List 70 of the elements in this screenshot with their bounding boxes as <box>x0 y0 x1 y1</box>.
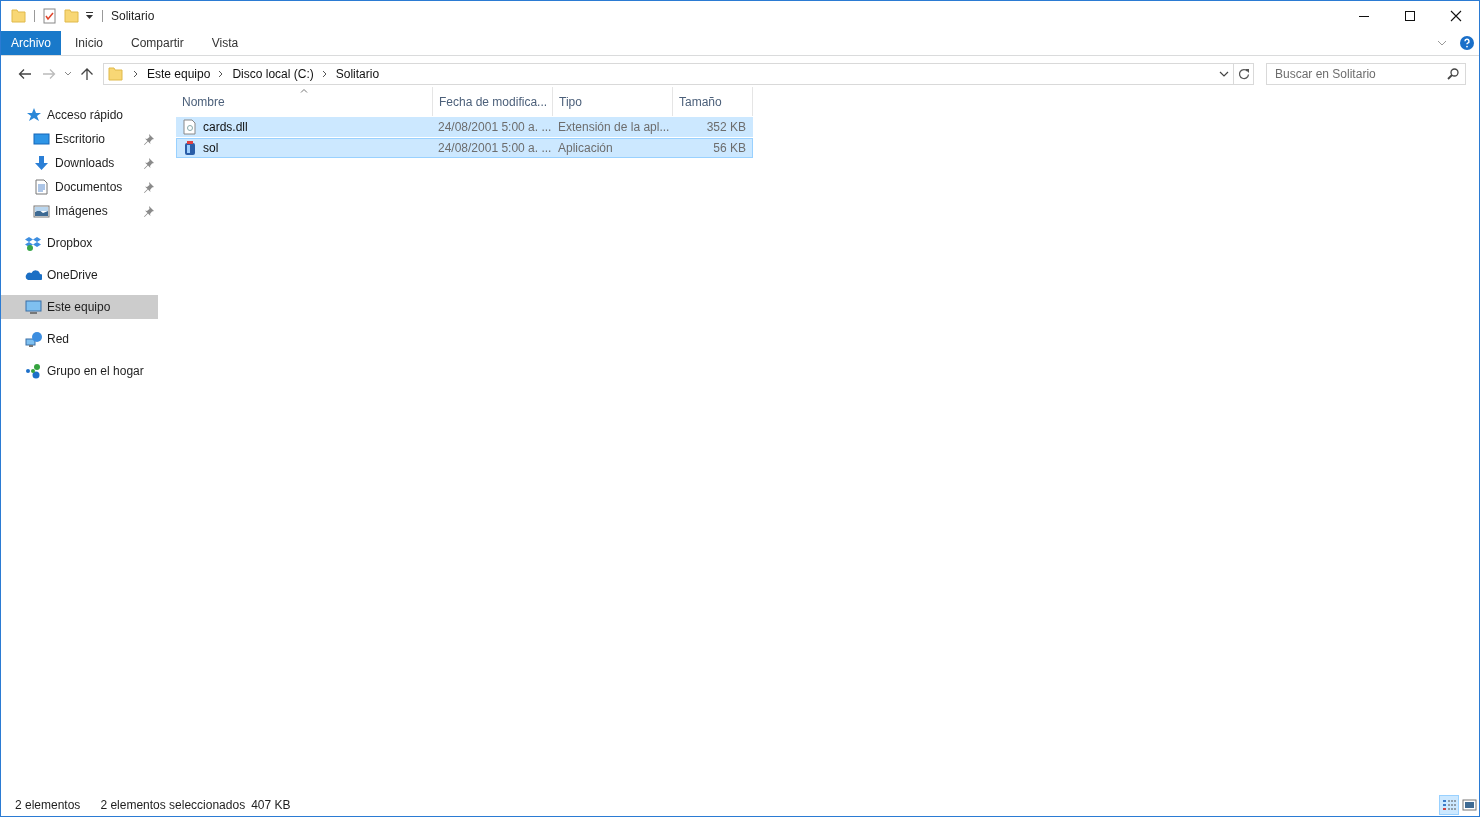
item-count: 2 elementos <box>15 798 81 812</box>
desktop-icon <box>33 131 50 147</box>
chevron-down-icon[interactable] <box>1219 71 1229 77</box>
sidebar-item[interactable]: OneDrive <box>1 263 158 287</box>
table-cell-text: 24/08/2001 5:00 a. ... <box>437 120 552 134</box>
folder-icon <box>108 66 123 82</box>
breadcrumb-item[interactable]: Solitario <box>331 67 384 81</box>
column-header[interactable]: Nombre <box>176 87 433 116</box>
sidebar-item[interactable]: Imágenes <box>1 199 158 223</box>
checklist-icon[interactable] <box>43 8 56 24</box>
details-view-icon <box>1441 798 1457 812</box>
chevron-right-icon <box>218 70 225 78</box>
ribbon-tab[interactable]: Vista <box>197 31 253 55</box>
table-cell-text: 24/08/2001 5:00 a. ... <box>437 141 552 155</box>
pin-icon[interactable] <box>143 180 155 194</box>
ribbon-tab[interactable]: Compartir <box>117 31 198 55</box>
column-header[interactable]: Tipo <box>553 87 673 116</box>
selection-info: 2 elementos seleccionados <box>100 798 246 812</box>
sidebar-item[interactable]: Documentos <box>1 175 158 199</box>
pin-icon[interactable] <box>143 204 155 218</box>
sidebar-item[interactable]: Dropbox <box>1 231 158 255</box>
maximize-icon <box>1404 10 1416 22</box>
file-row[interactable]: sol 24/08/2001 5:00 a. ... Aplicación 56 KB <box>176 138 753 158</box>
address-bar[interactable]: Este equipo Disco local (C:) Solitario <box>103 63 1234 85</box>
document-icon <box>182 119 197 135</box>
column-header[interactable]: Tamaño <box>673 87 753 116</box>
image-icon <box>33 203 50 219</box>
sidebar-item[interactable]: Grupo en el hogar <box>1 359 158 383</box>
pin-icon[interactable] <box>143 156 155 170</box>
search-icon <box>1447 68 1459 80</box>
sidebar-item[interactable]: Downloads <box>1 151 158 175</box>
sort-caret-icon <box>300 88 308 93</box>
document-icon <box>33 179 50 195</box>
details-view-button[interactable] <box>1439 795 1459 815</box>
close-icon <box>1450 10 1462 22</box>
ribbon-tab[interactable]: Inicio <box>61 31 118 55</box>
selection-size: 407 KB <box>251 798 291 812</box>
file-name: sol <box>203 141 219 155</box>
file-name: cards.dll <box>203 120 248 134</box>
table-cell-text: Aplicación <box>557 141 614 155</box>
star-icon <box>25 107 42 123</box>
cloud-icon <box>25 267 42 283</box>
large-icons-view-icon <box>1461 798 1477 812</box>
monitor-icon <box>25 299 42 315</box>
dropdown-icon[interactable] <box>85 11 94 21</box>
pin-icon[interactable] <box>143 132 155 146</box>
window-title: Solitario <box>111 9 155 23</box>
column-header[interactable]: Fecha de modifica... <box>433 87 553 116</box>
chevron-right-icon <box>321 70 328 78</box>
network-icon <box>25 331 42 347</box>
breadcrumb-item[interactable]: Disco local (C:) <box>228 67 318 81</box>
application-icon <box>182 140 197 156</box>
help-icon[interactable] <box>1460 36 1474 50</box>
up-arrow-icon[interactable] <box>80 68 94 80</box>
back-icon[interactable] <box>18 68 32 80</box>
table-cell-text: 352 KB <box>705 120 747 134</box>
boxes-icon <box>25 235 42 251</box>
sidebar-item[interactable]: Acceso rápido <box>1 103 158 127</box>
file-menu-tab[interactable]: Archivo <box>1 31 61 55</box>
sidebar-item[interactable]: Red <box>1 327 158 351</box>
table-cell-text: Extensión de la apl... <box>557 120 671 134</box>
refresh-icon[interactable] <box>1237 68 1250 80</box>
download-icon <box>33 155 50 171</box>
sidebar-item[interactable]: Este equipo <box>1 295 158 319</box>
breadcrumb-item[interactable]: Este equipo <box>143 67 215 81</box>
table-cell-text: 56 KB <box>712 141 747 155</box>
sidebar-item[interactable]: Escritorio <box>1 127 158 151</box>
chevron-right-icon <box>133 70 139 78</box>
search-box[interactable]: Buscar en Solitario <box>1266 63 1466 85</box>
file-row[interactable]: cards.dll 24/08/2001 5:00 a. ... Extensión de la apl... 352 KB <box>176 117 753 137</box>
